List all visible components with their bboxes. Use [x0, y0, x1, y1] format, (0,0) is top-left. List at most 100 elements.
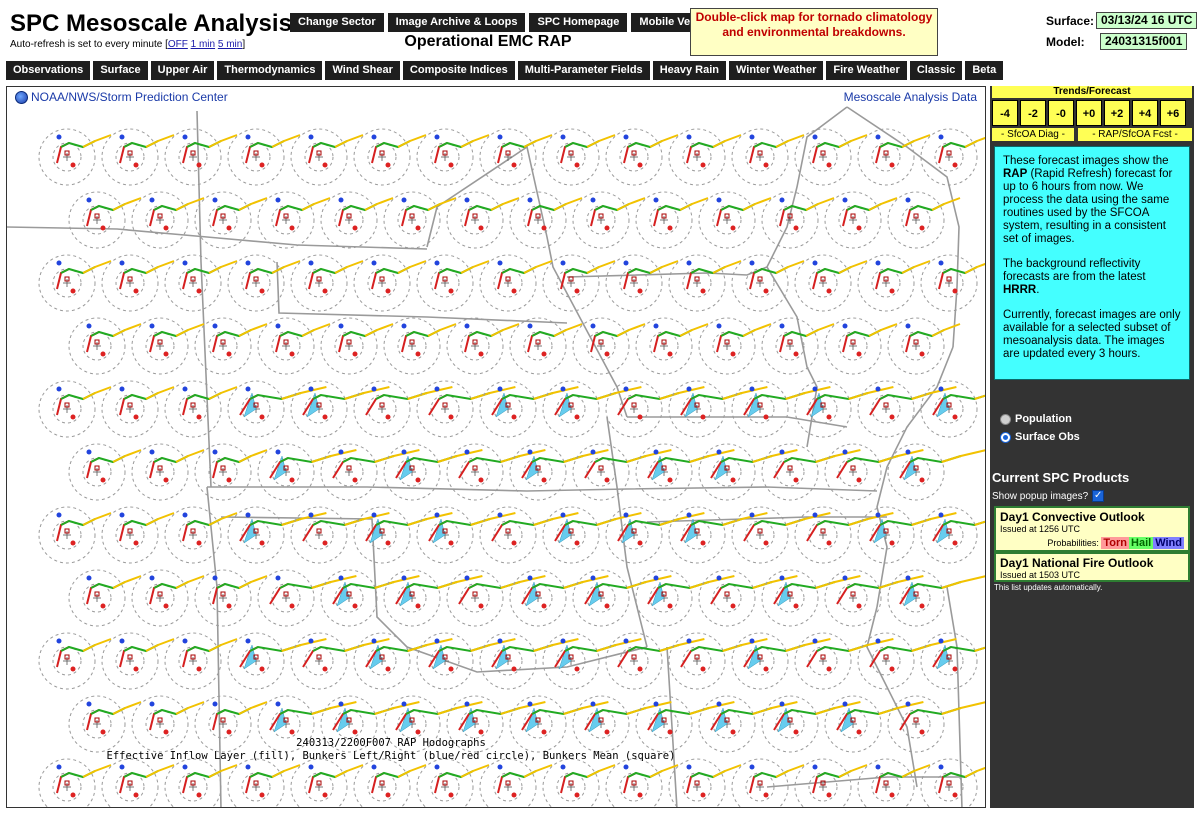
menu-wind-shear[interactable]: Wind Shear: [325, 61, 400, 80]
product-name[interactable]: Day1 National Fire Outlook: [1000, 556, 1184, 570]
model-title: Operational EMC RAP: [404, 33, 572, 50]
population-radio[interactable]: [1000, 413, 1011, 425]
refresh-prefix: Auto-refresh is set to every minute [: [10, 39, 168, 50]
hodograph-glyph: [887, 443, 985, 501]
hodograph-glyph: [194, 569, 268, 627]
hail-prob-link[interactable]: Hail: [1129, 537, 1154, 549]
hodograph-glyph: [794, 254, 868, 312]
menu-fire-weather[interactable]: Fire Weather: [826, 61, 907, 80]
trend-plus-2[interactable]: +2: [1104, 100, 1130, 126]
refresh-off-link[interactable]: OFF: [168, 39, 188, 50]
hodograph-glyph: [416, 128, 490, 186]
surface-obs-option[interactable]: Surface Obs: [1000, 428, 1080, 446]
hodograph-glyph: [290, 758, 364, 807]
refresh-5min-link[interactable]: 5 min: [218, 39, 242, 50]
hodograph-glyph: [605, 254, 679, 312]
spc-homepage-button[interactable]: SPC Homepage: [529, 13, 628, 32]
menu-composite-indices[interactable]: Composite Indices: [402, 61, 515, 80]
hodograph-glyph: [794, 128, 868, 186]
hodograph-glyph: [920, 254, 985, 312]
hodograph-glyph: [131, 569, 205, 627]
hodograph-glyph: [731, 128, 805, 186]
top-button-bar: Change Sector Image Archive & Loops SPC …: [290, 13, 726, 32]
day1-convective-outlook[interactable]: Day1 Convective Outlook Issued at 1256 U…: [994, 506, 1190, 552]
surface-obs-radio[interactable]: [1000, 431, 1011, 443]
menu-multi-parameter[interactable]: Multi-Parameter Fields: [517, 61, 650, 80]
menu-heavy-rain[interactable]: Heavy Rain: [652, 61, 726, 80]
hodograph-glyph: [761, 317, 835, 375]
change-sector-button[interactable]: Change Sector: [290, 13, 384, 32]
trend-plus-4[interactable]: +4: [1132, 100, 1158, 126]
hodograph-glyph: [605, 128, 679, 186]
trend-labels: - SfcOA Diag - - RAP/SfcOA Fcst -: [992, 128, 1192, 141]
population-option[interactable]: Population: [1000, 410, 1080, 428]
mesoanalysis-map[interactable]: NOAA/NWS/Storm Prediction Center Mesosca…: [6, 86, 986, 808]
hodograph-glyph: [257, 191, 331, 249]
trend-plus-0[interactable]: +0: [1076, 100, 1102, 126]
hodograph-glyph: [416, 758, 490, 807]
menu-classic[interactable]: Classic: [909, 61, 963, 80]
info-paragraph-2: The background reflectivity forecasts ar…: [1003, 258, 1181, 297]
hodograph-glyph: [635, 191, 709, 249]
auto-update-note: This list updates automatically.: [994, 583, 1103, 592]
hodograph-glyph: [698, 317, 772, 375]
noaa-credit: NOAA/NWS/Storm Prediction Center: [15, 90, 228, 104]
rap-fcst-label: - RAP/SfcOA Fcst -: [1078, 128, 1192, 141]
hodograph-glyph: [416, 254, 490, 312]
hodograph-glyph: [101, 758, 175, 807]
hodograph-glyph: [38, 254, 112, 312]
hodograph-glyph: [164, 506, 238, 564]
menu-thermodynamics[interactable]: Thermodynamics: [217, 61, 323, 80]
hodograph-glyph: [131, 191, 205, 249]
hodograph-glyph: [920, 380, 985, 438]
menu-winter-weather[interactable]: Winter Weather: [729, 61, 824, 80]
hodograph-glyph: [227, 758, 301, 807]
noaa-logo-icon: [15, 90, 28, 104]
trend-minus-2[interactable]: -2: [1020, 100, 1046, 126]
trend-minus-4[interactable]: -4: [992, 100, 1018, 126]
hodograph-glyph: [38, 380, 112, 438]
hodograph-glyph: [542, 254, 616, 312]
menu-beta[interactable]: Beta: [965, 61, 1004, 80]
refresh-1min-link[interactable]: 1 min: [191, 39, 215, 50]
product-name[interactable]: Day1 Convective Outlook: [1000, 510, 1184, 524]
trend-plus-6[interactable]: +6: [1160, 100, 1186, 126]
hodograph-glyph: [353, 758, 427, 807]
map-caption: 240313/2200F007 RAP Hodographs Effective…: [7, 737, 775, 763]
hodograph-glyph: [446, 191, 520, 249]
hodograph-glyph: [38, 758, 112, 807]
probabilities-label: Probabilities:: [1047, 538, 1099, 548]
hodograph-glyph: [164, 632, 238, 690]
tornado-prob-link[interactable]: Torn: [1101, 537, 1130, 549]
info-p1-rap: RAP: [1003, 168, 1028, 180]
info-p1-text-a: These forecast images show the: [1003, 155, 1169, 167]
image-archive-button[interactable]: Image Archive & Loops: [387, 13, 526, 32]
hodograph-glyph: [920, 632, 985, 690]
menu-upper-air[interactable]: Upper Air: [150, 61, 215, 80]
popup-toggle: Show popup images? ✓: [992, 490, 1105, 502]
wind-prob-link[interactable]: Wind: [1153, 537, 1184, 549]
hodograph-glyph: [227, 128, 301, 186]
popup-checkbox[interactable]: ✓: [1092, 490, 1105, 502]
site-title: SPC Mesoscale Analysis: [10, 10, 292, 37]
probabilities-row: Probabilities: Torn Hail Wind: [1000, 537, 1184, 549]
menu-observations[interactable]: Observations: [6, 61, 91, 80]
hodograph-glyph: [605, 758, 679, 807]
hodograph-glyph: [920, 758, 985, 807]
menu-surface[interactable]: Surface: [93, 61, 148, 80]
hodograph-glyph: [38, 632, 112, 690]
popup-label: Show popup images?: [992, 490, 1089, 502]
hodograph-glyph: [572, 191, 646, 249]
surface-time: 03/13/24 16 UTC: [1096, 12, 1198, 29]
trend-minus-0[interactable]: -0: [1048, 100, 1074, 126]
hodograph-glyph: [68, 191, 142, 249]
day1-fire-outlook[interactable]: Day1 National Fire Outlook Issued at 150…: [994, 552, 1190, 582]
hodograph-glyph: [857, 758, 931, 807]
hodograph-layer: [38, 128, 985, 807]
hodograph-map-canvas[interactable]: [7, 87, 986, 808]
info-paragraph-3: Currently, forecast images are only avai…: [1003, 309, 1181, 360]
hodograph-glyph: [635, 317, 709, 375]
credit-text: NOAA/NWS/Storm Prediction Center: [31, 90, 228, 104]
hodograph-glyph: [887, 569, 985, 627]
hodograph-glyph: [542, 758, 616, 807]
